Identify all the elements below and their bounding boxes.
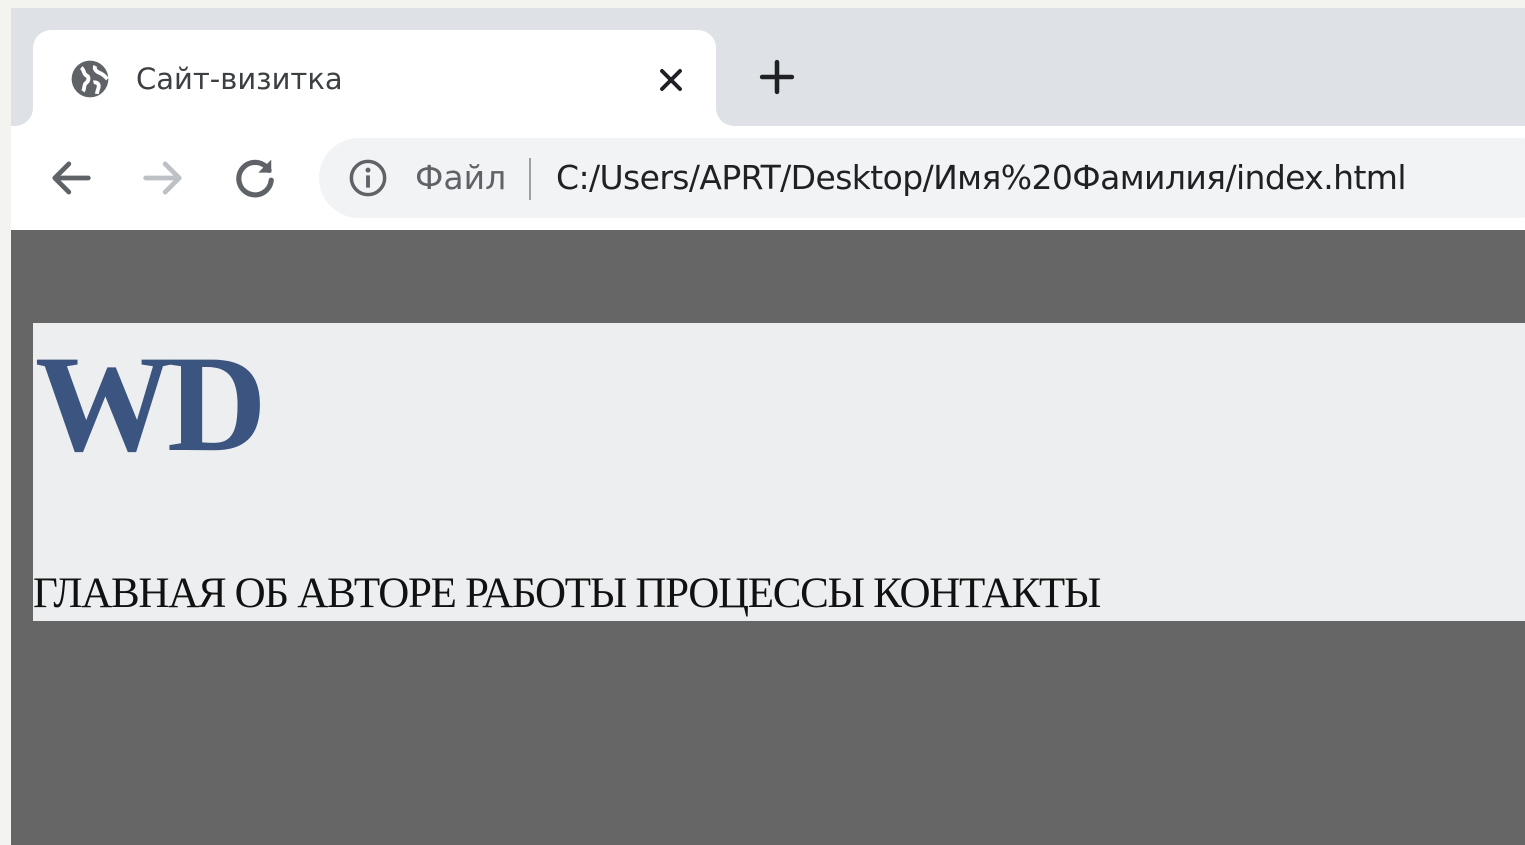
plus-icon[interactable] [756,56,798,98]
globe-icon [71,60,109,98]
arrow-left-icon[interactable] [45,152,97,204]
browser-window: Сайт-визитка Файл C:/Users/APRT/Desktop/… [11,8,1525,845]
site-nav: ГЛАВНАЯ ОБ АВТОРЕ РАБОТЫ ПРОЦЕССЫ КОНТАК… [33,569,1101,619]
file-scheme-label: Файл [415,158,507,197]
omnibox-divider [529,158,531,200]
nav-link-works[interactable]: РАБОТЫ [465,570,627,617]
site-logo[interactable]: WD [35,329,267,479]
close-icon[interactable] [653,62,689,98]
nav-link-processes[interactable]: ПРОЦЕССЫ [635,570,865,617]
nav-link-home[interactable]: ГЛАВНАЯ [33,570,227,617]
tab-strip: Сайт-визитка [11,8,1525,126]
info-icon[interactable] [347,157,389,199]
page-viewport: WD ГЛАВНАЯ ОБ АВТОРЕ РАБОТЫ ПРОЦЕССЫ КОН… [11,230,1525,845]
nav-link-contacts[interactable]: КОНТАКТЫ [873,570,1101,617]
url-text[interactable]: C:/Users/APRT/Desktop/Имя%20Фамилия/inde… [556,155,1407,201]
address-bar[interactable]: Файл C:/Users/APRT/Desktop/Имя%20Фамилия… [319,138,1525,218]
tab-title: Сайт-визитка [136,62,343,96]
nav-link-about[interactable]: ОБ АВТОРЕ [235,570,457,617]
browser-toolbar: Файл C:/Users/APRT/Desktop/Имя%20Фамилия… [11,126,1525,230]
site-header: WD ГЛАВНАЯ ОБ АВТОРЕ РАБОТЫ ПРОЦЕССЫ КОН… [33,323,1525,621]
reload-icon[interactable] [229,152,281,204]
browser-tab[interactable]: Сайт-визитка [33,30,716,126]
arrow-right-icon[interactable] [137,152,189,204]
